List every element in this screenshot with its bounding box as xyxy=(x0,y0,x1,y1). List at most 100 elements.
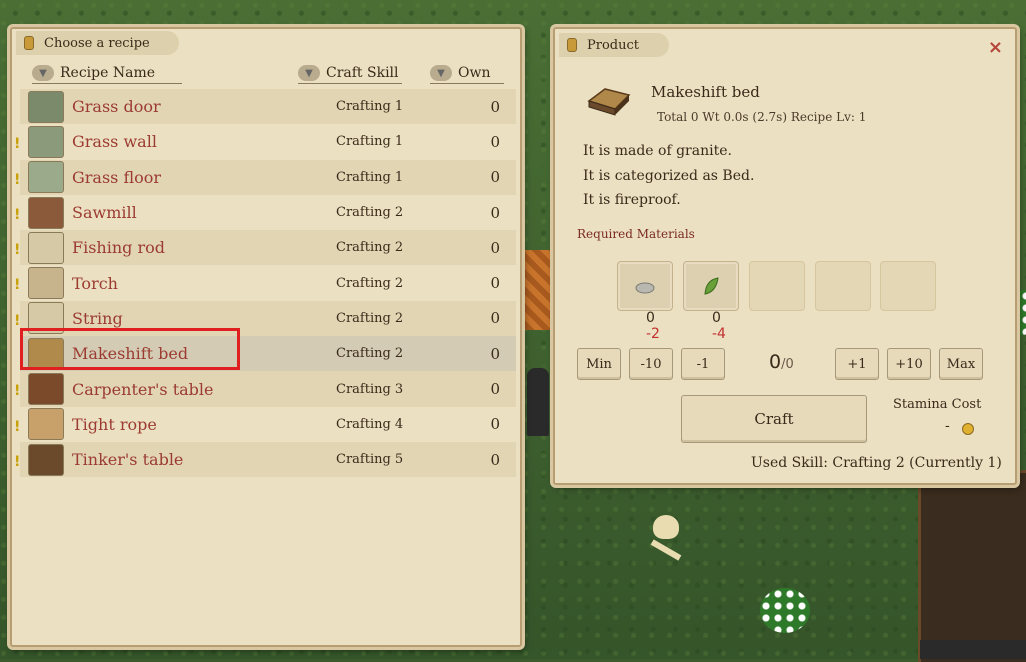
description-line: It is fireproof. xyxy=(583,192,681,208)
recipe-row[interactable]: ! Fishing rod Crafting 2 0 xyxy=(14,230,516,266)
sort-own[interactable]: ▼ Own xyxy=(430,65,504,84)
header-underline xyxy=(32,83,182,84)
quantity-display: 0/0 xyxy=(769,351,794,373)
recipe-own-count: 0 xyxy=(490,168,500,187)
makeshift-bed-icon xyxy=(28,337,64,370)
recipe-row[interactable]: ! String Crafting 2 0 xyxy=(14,300,516,337)
sort-icon: ▼ xyxy=(32,65,54,81)
recipe-skill: Crafting 5 xyxy=(336,452,404,468)
lock-knob-icon xyxy=(567,38,577,52)
recipe-row[interactable]: ! Tinker's table Crafting 5 0 xyxy=(14,441,516,478)
alert-icon: ! xyxy=(14,312,21,329)
recipe-list: Grass door Crafting 1 0! Grass wall Crafting… xyxy=(14,89,516,478)
tight-rope-icon xyxy=(28,408,64,441)
recipe-row[interactable]: ! Sawmill Crafting 2 0 xyxy=(14,194,516,231)
recipe-row[interactable]: ! Grass floor Crafting 1 0 xyxy=(14,159,516,195)
sawmill-icon xyxy=(28,196,64,229)
recipe-own-count: 0 xyxy=(490,450,500,469)
tinkers-table-icon xyxy=(28,443,64,476)
torch-icon xyxy=(28,267,64,300)
sort-icon: ▼ xyxy=(298,65,320,81)
empty-material-slot xyxy=(815,261,871,311)
material-slot[interactable]: 0 -2 xyxy=(617,261,673,342)
grass-floor-icon xyxy=(28,161,64,194)
alert-icon: ! xyxy=(14,242,21,259)
recipe-name: Makeshift bed xyxy=(72,344,189,364)
alert-icon: ! xyxy=(14,453,21,470)
recipe-name: Grass floor xyxy=(72,167,162,187)
alert-icon: ! xyxy=(14,383,21,400)
wooden-floor-tiles xyxy=(518,250,554,330)
product-stats: Total 0 Wt 0.0s (2.7s) Recipe Lv: 1 xyxy=(657,110,867,124)
product-panel-title: Product xyxy=(587,37,639,53)
flower-bush xyxy=(760,588,810,633)
grass-wall-icon xyxy=(28,125,64,158)
recipe-skill: Crafting 2 xyxy=(336,310,404,326)
alert-icon: ! xyxy=(14,418,21,435)
sort-icon: ▼ xyxy=(430,65,452,81)
recipe-skill: Crafting 2 xyxy=(336,240,404,256)
recipe-row[interactable]: ! Torch Crafting 2 0 xyxy=(14,265,516,301)
grass-door-icon xyxy=(28,90,64,123)
recipe-own-count: 0 xyxy=(490,238,500,257)
recipe-skill: Crafting 2 xyxy=(336,205,404,221)
stamina-cost-label: Stamina Cost xyxy=(893,397,982,412)
stamina-icon xyxy=(962,423,974,435)
recipe-panel-title: Choose a recipe xyxy=(44,35,150,51)
material-count: 0 -4 xyxy=(712,310,738,342)
recipe-name: Sawmill xyxy=(72,203,137,223)
sort-recipe-name[interactable]: ▼ Recipe Name xyxy=(32,65,182,84)
recipe-skill: Crafting 4 xyxy=(336,416,404,432)
recipe-name: Grass door xyxy=(72,97,161,117)
recipe-own-count: 0 xyxy=(490,309,500,328)
product-description: It is made of granite. It is categorized… xyxy=(583,139,754,213)
hotbar-area xyxy=(920,640,1026,659)
recipe-skill: Crafting 1 xyxy=(336,169,404,185)
alert-icon: ! xyxy=(14,171,21,188)
material-have: 0 xyxy=(712,310,721,326)
carpenters-table-icon xyxy=(28,373,64,406)
description-line: It is made of granite. xyxy=(583,143,732,159)
recipe-own-count: 0 xyxy=(490,344,500,363)
recipe-row[interactable]: ! Grass wall Crafting 1 0 xyxy=(14,124,516,160)
alert-icon: ! xyxy=(14,136,21,153)
craft-button[interactable]: Craft xyxy=(681,395,867,443)
quantity-max: /0 xyxy=(781,357,794,372)
alert-icon: ! xyxy=(14,206,21,223)
recipe-row[interactable]: ! Tight rope Crafting 4 0 xyxy=(14,406,516,442)
max-button[interactable]: Max xyxy=(939,348,983,380)
empty-material-slot xyxy=(749,261,805,311)
recipe-row[interactable]: Makeshift bed Crafting 2 0 xyxy=(20,336,516,372)
recipe-skill: Crafting 2 xyxy=(336,275,404,291)
material-count: 0 -2 xyxy=(646,310,672,342)
plus10-button[interactable]: +10 xyxy=(887,348,931,380)
minus10-button[interactable]: -10 xyxy=(629,348,673,380)
recipe-name: Tinker's table xyxy=(72,450,184,470)
minus1-button[interactable]: -1 xyxy=(681,348,725,380)
material-slot[interactable]: 0 -4 xyxy=(683,261,739,342)
lock-knob-icon xyxy=(24,36,34,50)
recipe-own-count: 0 xyxy=(490,97,500,116)
plus1-button[interactable]: +1 xyxy=(835,348,879,380)
quantity-value: 0 xyxy=(769,351,782,373)
string-icon xyxy=(28,302,64,335)
makeshift-bed-icon xyxy=(587,88,631,116)
material-need: -2 xyxy=(646,326,660,342)
recipe-panel-tab: Choose a recipe xyxy=(16,31,179,55)
recipe-name: Tight rope xyxy=(72,414,157,434)
fishing-rod-icon xyxy=(28,231,64,264)
used-skill-text: Used Skill: Crafting 2 (Currently 1) xyxy=(751,455,1002,471)
sort-craft-skill[interactable]: ▼ Craft Skill xyxy=(298,65,402,84)
close-button[interactable]: × xyxy=(988,37,1003,58)
empty-material-slot xyxy=(880,261,936,311)
alert-icon: ! xyxy=(14,277,21,294)
material-have: 0 xyxy=(646,310,655,326)
header-underline xyxy=(430,83,504,84)
min-button[interactable]: Min xyxy=(577,348,621,380)
recipe-row[interactable]: Grass door Crafting 1 0 xyxy=(20,89,516,125)
description-line: It is categorized as Bed. xyxy=(583,167,755,184)
recipe-row[interactable]: ! Carpenter's table Crafting 3 0 xyxy=(14,371,516,407)
column-header-skill: Craft Skill xyxy=(326,65,399,81)
player-character xyxy=(527,368,549,436)
product-panel: Product × Makeshift bed Total 0 Wt 0.0s … xyxy=(553,27,1017,485)
